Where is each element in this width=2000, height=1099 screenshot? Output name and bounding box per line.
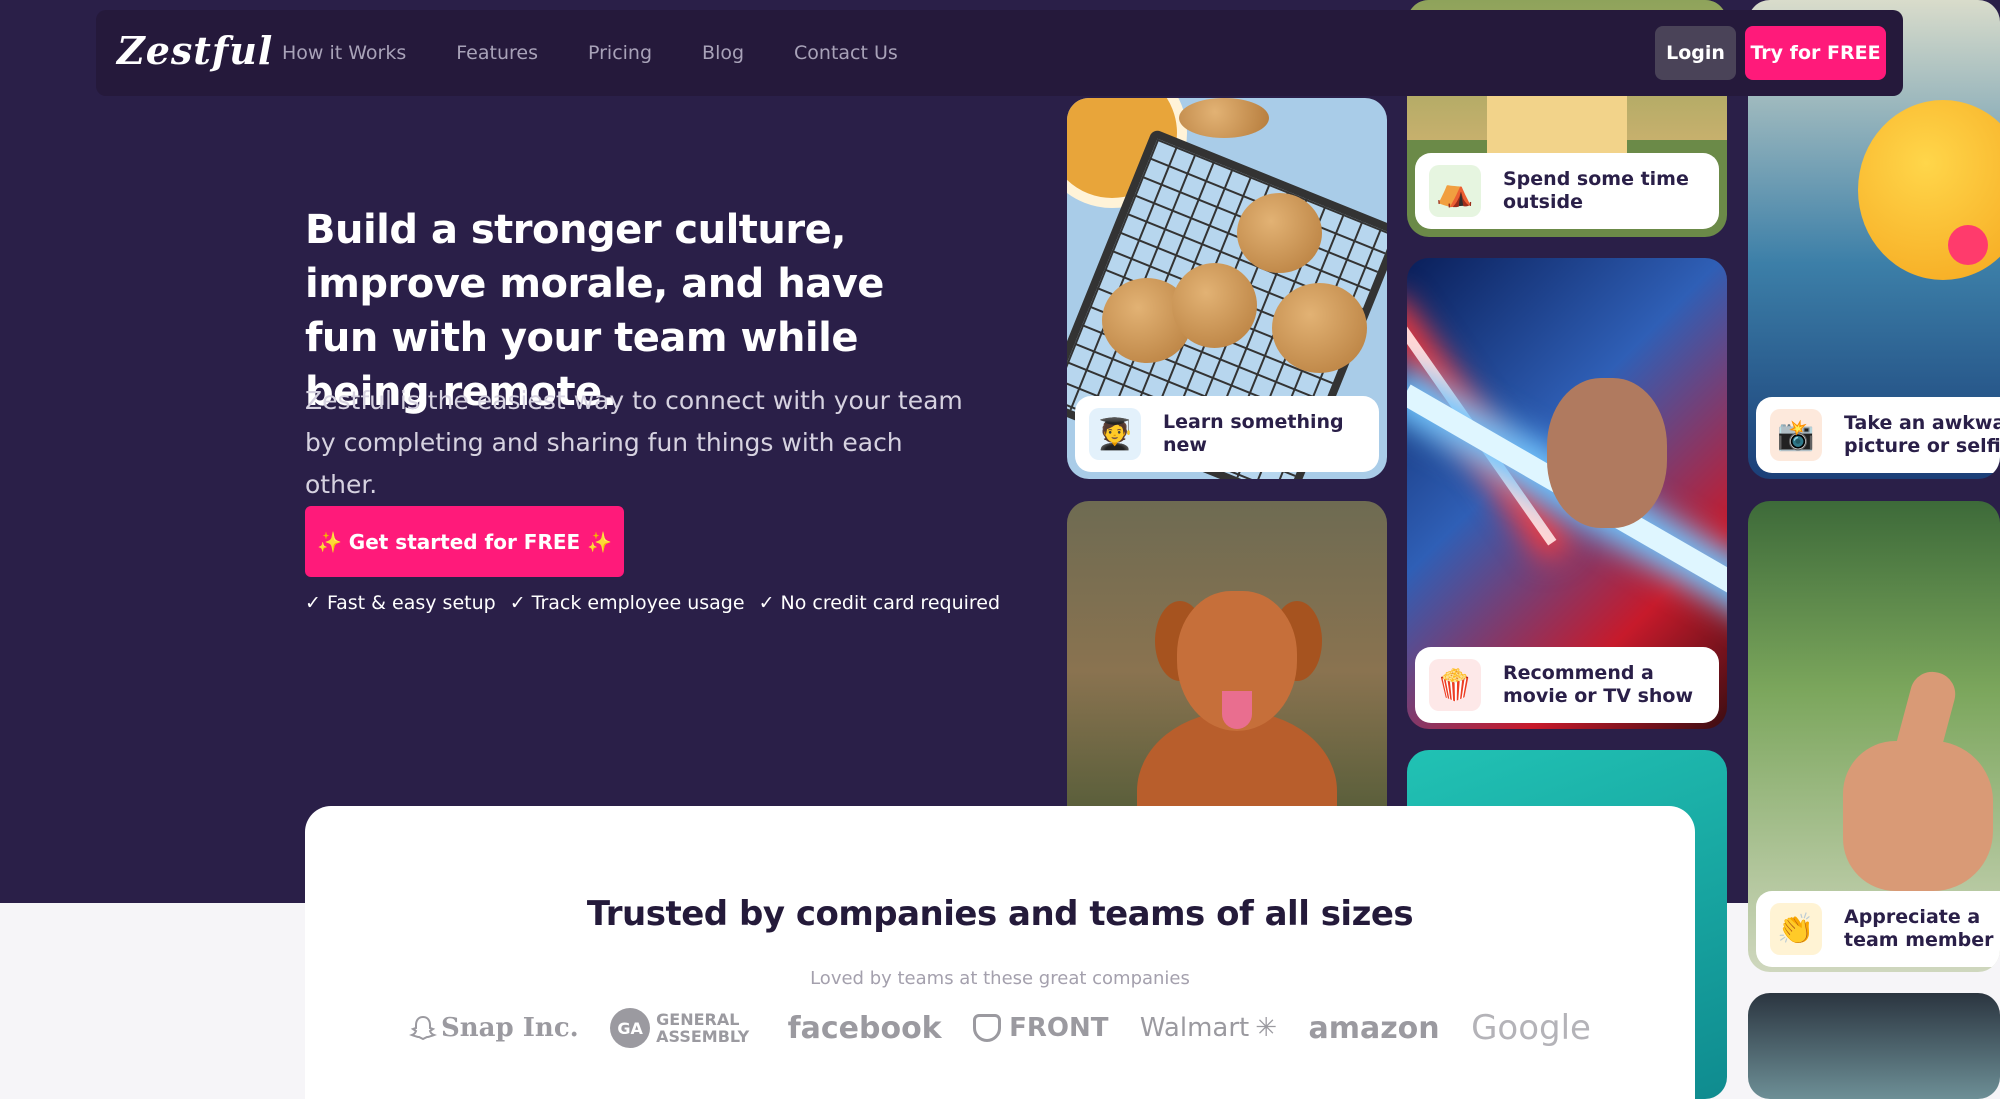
front-shield-icon [973, 1014, 1002, 1042]
dog-tongue [1222, 691, 1252, 729]
card-recommend-movie: 🍿 Recommend a movie or TV show [1407, 258, 1727, 729]
zestful-logo[interactable]: Zestful [117, 28, 273, 73]
trusted-by-panel: Trusted by companies and teams of all si… [305, 806, 1695, 1099]
caption-spend-time-outside: ⛺ Spend some time outside [1415, 153, 1719, 229]
movie-poster-face [1547, 378, 1667, 528]
camera-icon: 📸 [1770, 409, 1822, 461]
logo-walmart-text: Walmart [1139, 1013, 1250, 1043]
caption-label: Recommend a movie or TV show [1503, 662, 1694, 707]
caption-label: Appreciate a team member [1844, 906, 1994, 951]
login-button[interactable]: Login [1655, 26, 1736, 80]
balloon-tongue [1948, 225, 1988, 265]
check-track-usage: ✓ Track employee usage [509, 592, 745, 614]
logo-ga-text: GENERAL ASSEMBLY [656, 1010, 750, 1046]
top-navigation: Zestful How it Works Features Pricing Bl… [96, 10, 1903, 96]
cookie [1179, 98, 1269, 138]
popcorn-icon: 🍿 [1429, 659, 1481, 711]
snap-ghost-icon [409, 1015, 437, 1041]
nav-link-pricing[interactable]: Pricing [588, 42, 652, 64]
caption-appreciate: 👏 Appreciate a team member [1756, 891, 2000, 967]
logo-snap-text: Snap Inc. [441, 1013, 579, 1043]
logo-front-text: FRONT [1009, 1013, 1109, 1043]
card-dog-photo [1067, 501, 1387, 841]
nav-link-features[interactable]: Features [456, 42, 538, 64]
try-free-button[interactable]: Try for FREE [1745, 26, 1886, 80]
nav-link-blog[interactable]: Blog [702, 42, 744, 64]
tent-icon: ⛺ [1429, 165, 1481, 217]
caption-take-selfie: 📸 Take an awkward picture or selfie [1756, 397, 2000, 473]
ga-badge-icon: GA [610, 1008, 651, 1048]
hand [1843, 741, 1993, 891]
feature-checks: ✓ Fast & easy setup ✓ Track employee usa… [305, 592, 1000, 614]
card-learn-something-new: 🧑‍🎓 Learn something new [1067, 98, 1387, 479]
check-fast-setup: ✓ Fast & easy setup [305, 592, 496, 614]
hero-subtext: Zestful is the easiest way to connect wi… [305, 386, 963, 499]
cookie [1172, 263, 1257, 348]
trusted-title: Trusted by companies and teams of all si… [586, 894, 1414, 934]
logo-front: FRONT [973, 1013, 1108, 1043]
check-no-credit-card: ✓ No credit card required [758, 592, 1001, 614]
logo-walmart: Walmart ✳ [1140, 1013, 1277, 1043]
caption-label: Spend some time outside [1503, 168, 1689, 213]
card-appreciate: 👏 Appreciate a team member [1748, 501, 2000, 972]
logo-snap: Snap Inc. [409, 1013, 579, 1043]
cookie [1272, 283, 1367, 373]
caption-learn-something-new: 🧑‍🎓 Learn something new [1075, 396, 1379, 472]
get-started-button[interactable]: ✨ Get started for FREE ✨ [305, 506, 624, 577]
logo-amazon: amazon [1308, 1010, 1440, 1046]
nav-link-how-it-works[interactable]: How it Works [282, 42, 406, 64]
student-icon: 🧑‍🎓 [1089, 408, 1141, 460]
trusted-subtitle: Loved by teams at these great companies [810, 968, 1190, 989]
caption-label: Take an awkward picture or selfie [1844, 412, 2000, 457]
logo-google: Google [1471, 1008, 1591, 1048]
nav-link-contact-us[interactable]: Contact Us [794, 42, 898, 64]
logo-facebook: facebook [787, 1010, 942, 1046]
company-logos: Snap Inc. GA GENERAL ASSEMBLY facebook F… [409, 998, 1591, 1058]
nav-links: How it Works Features Pricing Blog Conta… [282, 10, 948, 96]
walmart-spark-icon: ✳ [1255, 1013, 1278, 1043]
caption-recommend-movie: 🍿 Recommend a movie or TV show [1415, 647, 1719, 723]
cookie [1237, 193, 1322, 273]
logo-general-assembly: GA GENERAL ASSEMBLY [610, 1008, 756, 1048]
caption-label: Learn something new [1163, 411, 1344, 456]
card-dark-photo [1748, 993, 2000, 1099]
clapping-hands-icon: 👏 [1770, 903, 1822, 955]
